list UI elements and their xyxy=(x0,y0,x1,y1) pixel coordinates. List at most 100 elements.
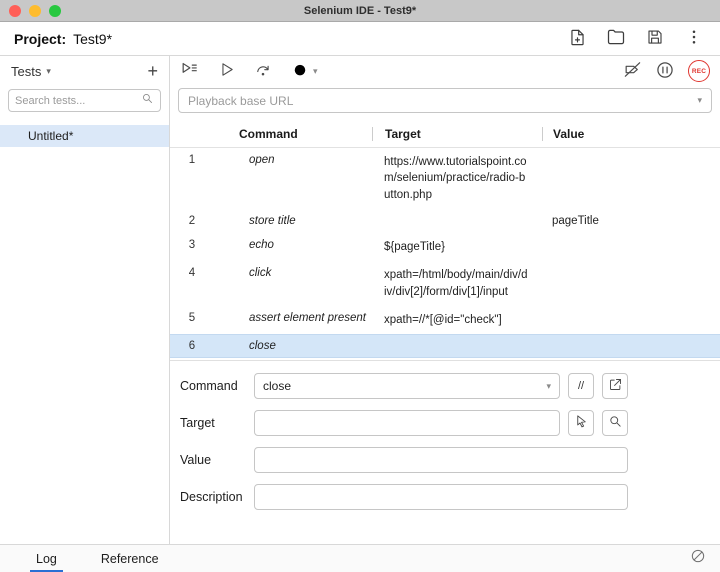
chevron-down-icon: ▾ xyxy=(313,66,318,77)
description-field[interactable] xyxy=(254,484,628,510)
chevron-down-icon[interactable]: ▾ xyxy=(697,95,702,106)
clear-log-icon[interactable] xyxy=(690,548,706,569)
tab-log[interactable]: Log xyxy=(30,545,63,572)
header-command: Command xyxy=(214,127,372,141)
command-field-label: Command xyxy=(180,379,254,393)
add-test-button[interactable]: + xyxy=(147,62,158,80)
save-project-button[interactable] xyxy=(643,27,667,51)
table-row[interactable]: 4 click xpath=/html/body/main/div/div/di… xyxy=(170,261,720,306)
row-target: xpath=/html/body/main/div/div/div[2]/for… xyxy=(372,267,542,300)
disable-breakpoints-button[interactable] xyxy=(623,60,642,82)
row-number: 2 xyxy=(170,215,214,227)
tests-dropdown[interactable]: Tests xyxy=(11,64,41,79)
target-input[interactable] xyxy=(263,416,551,430)
row-target xyxy=(372,340,542,352)
row-command: store title xyxy=(214,215,372,227)
row-value: pageTitle xyxy=(542,215,720,227)
command-edit-form: Command ▾ // Target xyxy=(170,361,720,521)
kebab-menu-icon xyxy=(685,28,703,49)
minimize-window-button[interactable] xyxy=(29,5,41,17)
external-link-icon xyxy=(608,377,623,395)
table-row[interactable]: 5 assert element present xpath=//*[@id="… xyxy=(170,306,720,334)
step-over-icon xyxy=(254,61,272,82)
header-number-column xyxy=(170,127,214,141)
header-target: Target xyxy=(372,127,542,141)
header-value: Value xyxy=(542,127,720,141)
row-number: 5 xyxy=(170,312,214,328)
value-field-label: Value xyxy=(180,453,254,467)
row-value xyxy=(542,239,720,255)
bottom-panel-tabs: Log Reference xyxy=(0,544,720,572)
row-number: 6 xyxy=(170,340,214,352)
description-input[interactable] xyxy=(263,490,619,504)
target-field-label: Target xyxy=(180,416,254,430)
row-value xyxy=(542,312,720,328)
disable-breakpoints-icon xyxy=(623,60,642,82)
project-name: Test9* xyxy=(73,31,112,47)
test-list-item-untitled[interactable]: Untitled* xyxy=(0,125,169,147)
pause-on-exceptions-button[interactable] xyxy=(655,60,675,83)
playback-base-url-combobox: ▾ xyxy=(178,88,712,113)
open-reference-button[interactable] xyxy=(602,373,628,399)
search-tests-input[interactable] xyxy=(15,95,141,107)
command-table-header: Command Target Value xyxy=(170,122,720,148)
description-field-label: Description xyxy=(180,490,254,504)
pause-circle-icon xyxy=(655,60,675,83)
row-target: xpath=//*[@id="check"] xyxy=(372,312,542,328)
open-project-button[interactable] xyxy=(604,27,628,51)
more-menu-button[interactable] xyxy=(682,27,706,51)
search-icon xyxy=(141,92,154,110)
search-icon xyxy=(608,414,623,432)
command-select[interactable]: ▾ xyxy=(254,373,560,399)
row-target xyxy=(372,215,542,227)
project-header: Project: Test9* xyxy=(0,22,720,56)
row-command: close xyxy=(214,340,372,352)
test-speed-control[interactable]: ▾ xyxy=(291,60,318,83)
play-icon xyxy=(218,61,235,81)
value-input[interactable] xyxy=(263,453,619,467)
new-project-icon xyxy=(568,28,587,50)
row-command: echo xyxy=(214,239,372,255)
save-floppy-icon xyxy=(646,28,664,49)
chevron-down-icon: ▾ xyxy=(546,381,551,392)
selenium-ide-window: Selenium IDE - Test9* Project: Test9* Te… xyxy=(0,0,720,572)
open-folder-icon xyxy=(606,27,626,50)
close-window-button[interactable] xyxy=(9,5,21,17)
row-command: open xyxy=(214,154,372,203)
table-row[interactable]: 3 echo ${pageTitle} xyxy=(170,233,720,261)
row-value xyxy=(542,154,720,203)
row-number: 4 xyxy=(170,267,214,300)
window-title: Selenium IDE - Test9* xyxy=(0,5,720,17)
row-value xyxy=(542,267,720,300)
chevron-down-icon: ▾ xyxy=(46,66,51,77)
row-number: 1 xyxy=(170,154,214,203)
select-target-button[interactable] xyxy=(568,410,594,436)
step-over-button[interactable] xyxy=(254,61,272,82)
playback-toolbar: ▾ REC xyxy=(170,56,720,86)
target-field[interactable] xyxy=(254,410,560,436)
row-target: ${pageTitle} xyxy=(372,239,542,255)
row-number: 3 xyxy=(170,239,214,255)
row-command: assert element present xyxy=(214,312,372,328)
play-all-icon xyxy=(180,60,199,82)
new-project-button[interactable] xyxy=(565,27,589,51)
find-target-button[interactable] xyxy=(602,410,628,436)
toggle-comment-button[interactable]: // xyxy=(568,373,594,399)
titlebar: Selenium IDE - Test9* xyxy=(0,0,720,22)
run-current-test-button[interactable] xyxy=(218,61,235,81)
row-command: click xyxy=(214,267,372,300)
table-row[interactable]: 1 open https://www.tutorialspoint.com/se… xyxy=(170,148,720,209)
cursor-pointer-icon xyxy=(574,414,589,432)
value-field[interactable] xyxy=(254,447,628,473)
zoom-window-button[interactable] xyxy=(49,5,61,17)
run-all-tests-button[interactable] xyxy=(180,60,199,82)
tests-sidebar: Tests ▾ + Untitled* xyxy=(0,56,170,544)
record-button[interactable]: REC xyxy=(688,60,710,82)
table-row-selected[interactable]: 6 close xyxy=(170,334,720,358)
table-row[interactable]: 2 store title pageTitle xyxy=(170,209,720,233)
test-list: Untitled* xyxy=(0,120,169,544)
command-select-input[interactable] xyxy=(263,379,546,393)
playback-base-url-input[interactable] xyxy=(188,94,697,108)
tab-reference[interactable]: Reference xyxy=(95,545,165,572)
row-value xyxy=(542,340,720,352)
